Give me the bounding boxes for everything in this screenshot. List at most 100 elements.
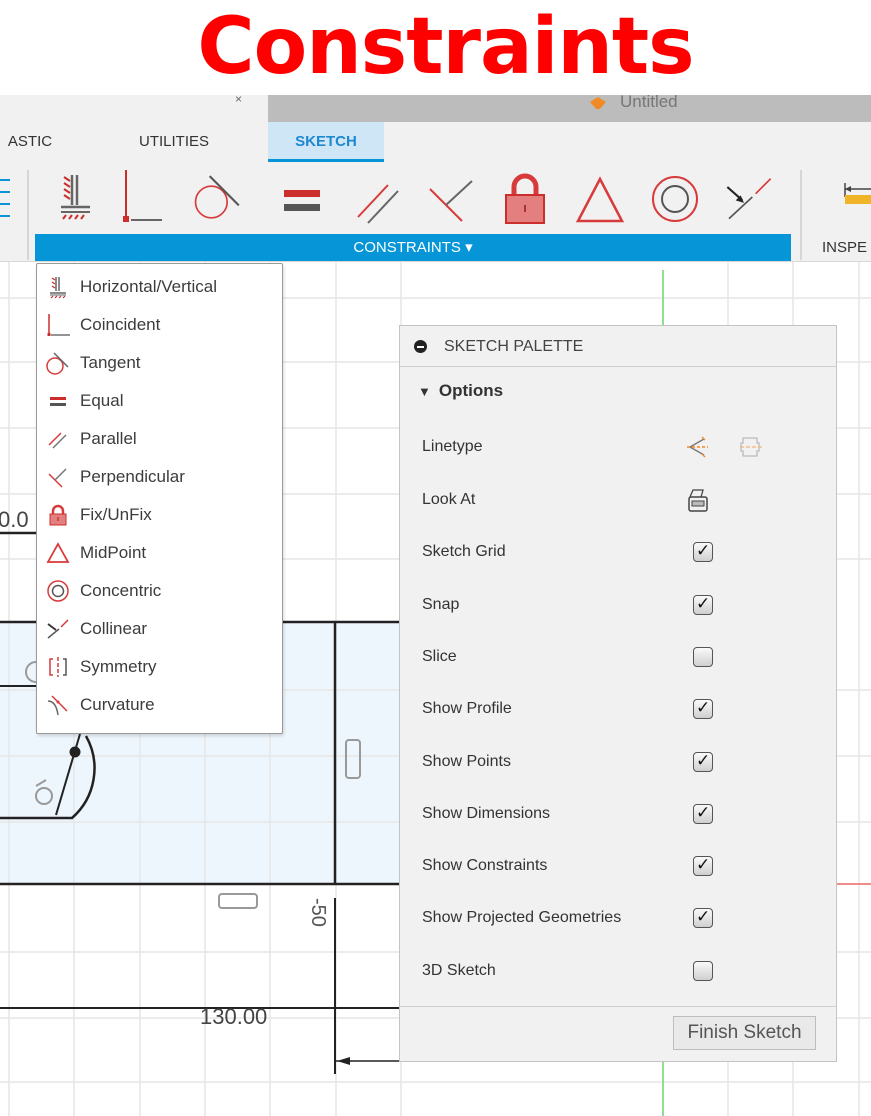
perpendicular-icon	[429, 180, 473, 222]
equal-tool[interactable]	[278, 167, 328, 227]
3d-sketch-checkbox[interactable]	[693, 961, 713, 981]
menu-item-concentric[interactable]: Concentric	[37, 572, 282, 610]
tangent-tool[interactable]	[193, 167, 243, 227]
perpendicular-tool[interactable]	[424, 167, 474, 227]
lock-icon	[505, 173, 545, 224]
collinear-tool[interactable]	[724, 167, 774, 227]
document-tab[interactable]	[268, 95, 871, 122]
concentric-icon	[47, 580, 69, 602]
document-icon	[588, 95, 608, 109]
menu-item-coincident[interactable]: Coincident	[37, 306, 282, 344]
snap-checkbox[interactable]	[693, 594, 713, 615]
horizontal-vertical-tool[interactable]	[50, 167, 100, 227]
ruler-icon	[844, 183, 871, 204]
tab-sketch[interactable]: SKETCH	[268, 122, 384, 162]
inspect-group-label[interactable]: INSPE	[822, 234, 867, 261]
menu-item-label: Curvature	[80, 695, 155, 714]
option-show-points: Show Points	[422, 747, 822, 777]
palette-header[interactable]: SKETCH PALETTE	[400, 326, 836, 367]
tangent-icon	[194, 175, 240, 219]
construction-linetype-icon[interactable]	[684, 434, 712, 460]
menu-item-tangent[interactable]: Tangent	[37, 344, 282, 382]
concentric-tool[interactable]	[650, 167, 700, 227]
dimension-left[interactable]: 0.0	[0, 507, 29, 532]
symmetry-icon	[49, 657, 67, 677]
menu-item-label: Collinear	[80, 619, 148, 638]
menu-item-perpendicular[interactable]: Perpendicular	[37, 458, 282, 496]
coincident-icon	[123, 170, 162, 222]
collinear-icon	[47, 619, 69, 639]
menu-item-label: Tangent	[80, 353, 141, 372]
midpoint-tool[interactable]	[575, 167, 625, 227]
options-section-toggle[interactable]: ▼ Options	[418, 381, 503, 401]
collapse-icon[interactable]	[414, 340, 427, 353]
menu-item-label: Parallel	[80, 429, 137, 448]
constraints-dropdown-button[interactable]: CONSTRAINTS ▾	[35, 234, 791, 261]
constraints-dropdown-menu: Horizontal/Vertical Coincident Tangent E…	[36, 263, 283, 734]
parallel-tool[interactable]	[352, 167, 402, 227]
show-points-checkbox[interactable]	[693, 751, 713, 772]
show-projected-geometries-checkbox[interactable]	[693, 907, 713, 928]
parallel-icon	[48, 432, 67, 449]
option-show-dimensions: Show Dimensions	[422, 799, 822, 829]
options-section-label: Options	[438, 381, 504, 400]
show-constraints-checkbox[interactable]	[693, 855, 713, 876]
tab-plastic[interactable]: ASTIC	[0, 122, 60, 162]
dimension-bottom[interactable]: 130.00	[200, 1004, 267, 1029]
menu-item-label: Fix/UnFix	[80, 505, 152, 524]
title-bar: × Untitled	[0, 95, 871, 122]
tangent-icon	[46, 352, 69, 375]
equal-icon	[50, 397, 66, 406]
menu-item-label: Equal	[80, 391, 124, 410]
banner-title: Constraints	[197, 2, 694, 92]
coincident-tool[interactable]	[117, 167, 167, 227]
option-sketch-grid: Sketch Grid	[422, 537, 822, 567]
dimension-left-vertical[interactable]: 100	[0, 908, 3, 941]
separator	[800, 170, 802, 260]
look-at-icon[interactable]	[684, 487, 712, 513]
separator	[27, 170, 29, 260]
centerline-linetype-icon[interactable]	[737, 434, 765, 460]
option-show-projected-geometries: Show Projected Geometries	[422, 903, 822, 933]
horizontal-vertical-icon	[50, 277, 66, 299]
finish-sketch-button[interactable]: Finish Sketch	[673, 1016, 816, 1050]
menu-item-collinear[interactable]: Collinear	[37, 610, 282, 648]
fix-unfix-tool[interactable]	[500, 167, 550, 227]
dimension-vertical[interactable]: -50	[307, 898, 329, 927]
triangle-down-icon: ▼	[418, 384, 431, 399]
menu-item-label: Symmetry	[80, 657, 157, 676]
option-snap: Snap	[422, 590, 822, 620]
menu-item-equal[interactable]: Equal	[37, 382, 282, 420]
menu-item-fix-unfix[interactable]: Fix/UnFix	[37, 496, 282, 534]
ribbon-toolbar: ASTIC UTILITIES SKETCH CONSTRAINTS ▾ INS…	[0, 122, 871, 262]
palette-divider	[400, 1006, 836, 1007]
collinear-icon	[726, 178, 772, 220]
option-label: Snap	[422, 596, 460, 613]
slice-checkbox[interactable]	[693, 647, 713, 667]
document-name: Untitled	[620, 95, 678, 109]
tab-utilities[interactable]: UTILITIES	[124, 122, 224, 162]
menu-item-label: MidPoint	[80, 543, 147, 562]
close-tab-icon[interactable]: ×	[235, 95, 242, 103]
menu-item-midpoint[interactable]: MidPoint	[37, 534, 282, 572]
concentric-icon	[652, 176, 698, 222]
option-label: Show Projected Geometries	[422, 909, 622, 926]
equal-icon	[284, 190, 320, 211]
show-dimensions-checkbox[interactable]	[693, 803, 713, 824]
option-label: Show Points	[422, 753, 511, 770]
menu-item-parallel[interactable]: Parallel	[37, 420, 282, 458]
menu-item-curvature[interactable]: Curvature	[37, 686, 282, 724]
measure-tool[interactable]	[840, 167, 871, 227]
option-slice: Slice	[422, 642, 822, 672]
list-icon[interactable]	[0, 172, 12, 222]
option-label: Look At	[422, 491, 476, 508]
show-profile-checkbox[interactable]	[693, 698, 713, 719]
menu-item-horizontal-vertical[interactable]: Horizontal/Vertical	[37, 268, 282, 306]
option-label: Linetype	[422, 438, 483, 455]
menu-item-symmetry[interactable]: Symmetry	[37, 648, 282, 686]
parallel-icon	[357, 184, 399, 224]
perpendicular-icon	[48, 468, 67, 488]
curvature-icon	[47, 695, 68, 716]
menu-item-label: Perpendicular	[80, 467, 185, 486]
sketch-grid-checkbox[interactable]	[693, 541, 713, 562]
